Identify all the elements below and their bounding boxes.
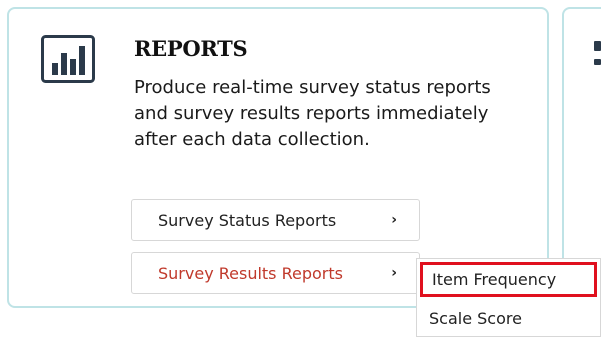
menu-item-item-frequency[interactable]: Item Frequency — [420, 262, 597, 297]
card-description: Produce real-time survey status reports … — [134, 77, 491, 150]
results-submenu: Item Frequency Scale Score — [416, 258, 601, 337]
card-title: REPORTS — [134, 36, 248, 61]
next-card-icon — [594, 41, 601, 81]
survey-status-reports-label: Survey Status Reports — [158, 210, 337, 230]
chevron-right-icon: › — [391, 212, 397, 228]
survey-results-reports-label: Survey Results Reports — [158, 263, 343, 283]
menu-item-scale-score[interactable]: Scale Score — [417, 304, 600, 334]
bar-chart-icon — [41, 35, 95, 83]
page: REPORTS Produce real-time survey status … — [0, 0, 601, 337]
survey-results-reports-button[interactable]: Survey Results Reports › — [131, 252, 420, 294]
chevron-right-icon: › — [391, 265, 397, 281]
survey-status-reports-button[interactable]: Survey Status Reports › — [131, 199, 420, 241]
